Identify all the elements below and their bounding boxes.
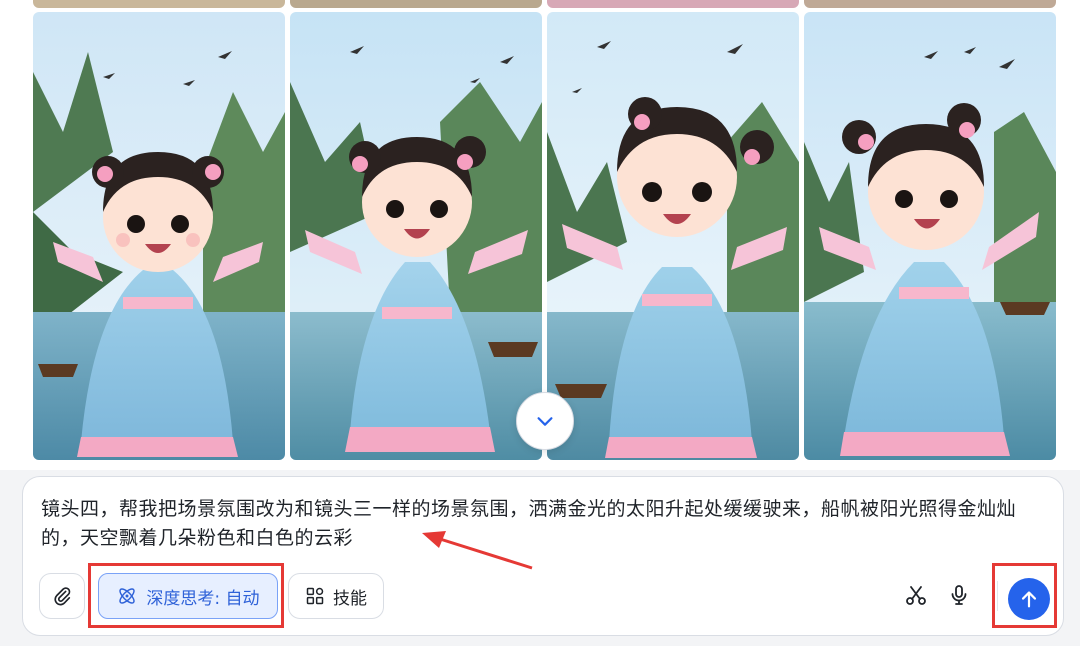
scissors-icon — [906, 586, 926, 605]
paperclip-icon — [54, 587, 71, 606]
microphone-icon — [951, 585, 967, 605]
generated-image-2[interactable] — [290, 12, 542, 460]
send-highlight-box — [992, 563, 1057, 628]
deep-think-highlight-box — [88, 563, 284, 628]
grid-icon — [306, 587, 324, 605]
microphone-button[interactable] — [941, 577, 977, 613]
previous-row-thumbnail[interactable] — [804, 0, 1056, 8]
prompt-input[interactable]: 镜头四，帮我把场景氛围改为和镜头三一样的场景氛围，洒满金光的太阳升起处缓缓驶来，… — [41, 495, 1053, 553]
previous-row-thumbnail[interactable] — [547, 0, 799, 8]
image-gallery — [0, 0, 1080, 470]
previous-row-thumbnail[interactable] — [290, 0, 542, 8]
generated-image-1[interactable] — [33, 12, 285, 460]
attach-button[interactable] — [39, 573, 85, 619]
scissors-button[interactable] — [898, 577, 934, 613]
skills-button[interactable]: 技能 — [288, 573, 384, 619]
previous-row-thumbnail[interactable] — [33, 0, 285, 8]
generated-image-4[interactable] — [804, 12, 1056, 460]
skills-label: 技能 — [333, 588, 367, 609]
scroll-down-button[interactable] — [516, 392, 574, 450]
chevron-down-icon — [537, 417, 553, 426]
generated-image-3[interactable] — [547, 12, 799, 460]
